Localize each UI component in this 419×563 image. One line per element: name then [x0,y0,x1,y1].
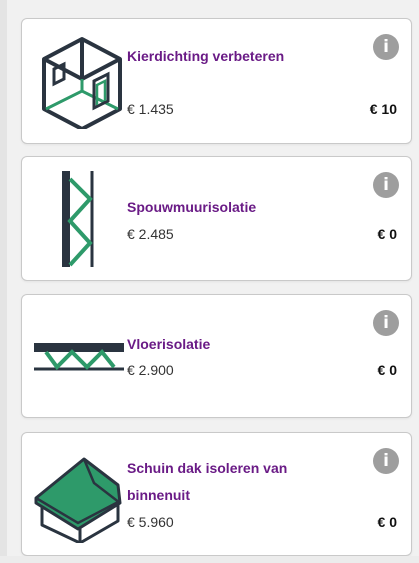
measure-title: Spouwmuurisolatie [127,199,257,215]
floor-insulation-icon [34,343,124,371]
measure-price: € 1.435 [127,101,174,117]
measure-card-spouwmuur[interactable]: Spouwmuurisolatie € 2.485 € 0 i [21,156,412,281]
measure-card-vloer[interactable]: Vloerisolatie € 2.900 € 0 i [21,294,412,418]
measure-price: € 5.960 [127,514,174,530]
info-icon[interactable]: i [373,34,399,60]
cavity-wall-icon [62,171,94,267]
measure-value: € 10 [369,101,397,117]
left-panel-edge [0,0,7,563]
measure-price: € 2.485 [127,226,174,242]
info-icon[interactable]: i [373,448,399,474]
measure-value: € 0 [377,362,397,378]
measure-card-kierdichting[interactable]: Kierdichting verbeteren € 1.435 € 10 i [21,18,412,144]
measure-title: Schuin dak isoleren van binnenuit [127,460,288,503]
info-icon[interactable]: i [373,172,399,198]
pitched-roof-icon [34,457,122,543]
measure-title: Kierdichting verbeteren [127,48,285,64]
house-airtightness-icon [42,37,122,129]
list-bottom-edge [0,556,419,563]
measure-value: € 0 [377,226,397,242]
measure-price: € 2.900 [127,362,174,378]
measure-value: € 0 [377,514,397,530]
measure-title: Vloerisolatie [127,336,211,352]
info-icon[interactable]: i [373,310,399,336]
measure-card-schuin-dak[interactable]: Schuin dak isoleren van binnenuit € 5.96… [21,432,412,556]
